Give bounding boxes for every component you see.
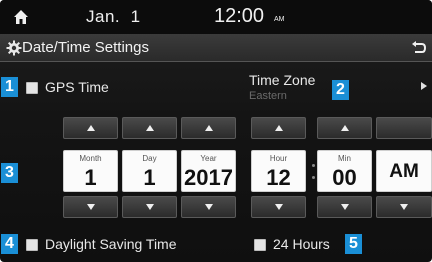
min-up-button[interactable]: [317, 117, 372, 139]
hour-value: 12: [266, 165, 291, 190]
home-icon[interactable]: [12, 8, 30, 26]
page-title: Date/Time Settings: [22, 39, 149, 56]
24-hours-label[interactable]: 24 Hours: [273, 236, 330, 252]
month-up-button[interactable]: [63, 117, 118, 139]
gear-icon: [6, 40, 22, 56]
year-up-button[interactable]: [181, 117, 236, 139]
colon-dot: [312, 164, 315, 167]
month-field[interactable]: Month 1: [63, 150, 118, 192]
day-down-button[interactable]: [122, 196, 177, 218]
day-up-button[interactable]: [122, 117, 177, 139]
daylight-saving-checkbox[interactable]: [26, 239, 38, 251]
time-zone-label[interactable]: Time Zone: [249, 72, 315, 88]
year-down-button[interactable]: [181, 196, 236, 218]
colon-dot: [312, 176, 315, 179]
arrow-down-icon: [274, 204, 283, 210]
min-label: Min: [338, 154, 351, 163]
ampm-value: AM: [389, 161, 419, 182]
arrow-up-icon: [340, 125, 349, 131]
arrow-down-icon: [145, 204, 154, 210]
gps-time-checkbox[interactable]: [26, 82, 38, 94]
status-date: Jan. 1: [86, 7, 141, 26]
month-label: Month: [79, 154, 102, 163]
day-value: 1: [143, 165, 156, 190]
min-down-button[interactable]: [317, 196, 372, 218]
month-value: 1: [84, 165, 97, 190]
arrow-up-icon: [274, 125, 283, 131]
date-time-settings-screen: Jan. 1 12:00 AM Date/Time Settings 1 GPS…: [0, 0, 432, 262]
arrow-down-icon: [204, 204, 213, 210]
callout-4: 4: [1, 234, 18, 254]
arrow-up-icon: [145, 125, 154, 131]
time-zone-arrow-icon[interactable]: [421, 82, 427, 90]
hour-up-button[interactable]: [251, 117, 306, 139]
year-field[interactable]: Year 2017: [181, 150, 236, 192]
status-time: 12:00: [214, 5, 265, 27]
arrow-down-icon: [340, 204, 349, 210]
month-down-button[interactable]: [63, 196, 118, 218]
back-icon[interactable]: [410, 41, 426, 55]
day-field[interactable]: Day 1: [122, 150, 177, 192]
day-label: Day: [142, 154, 157, 163]
status-ampm: AM: [274, 16, 285, 23]
ampm-field[interactable]: AM: [376, 150, 432, 192]
arrow-up-icon: [204, 125, 213, 131]
min-value: 00: [332, 165, 357, 190]
year-value: 2017: [184, 165, 233, 190]
arrow-up-icon: [86, 125, 95, 131]
daylight-saving-label[interactable]: Daylight Saving Time: [45, 236, 177, 252]
status-bar: Jan. 1 12:00 AM: [0, 0, 432, 34]
callout-1: 1: [1, 77, 18, 97]
arrow-down-icon: [400, 204, 408, 210]
time-zone-value[interactable]: Eastern: [249, 90, 287, 102]
year-label: Year: [200, 154, 217, 163]
hour-label: Hour: [269, 154, 288, 163]
hour-down-button[interactable]: [251, 196, 306, 218]
ampm-up-button[interactable]: [376, 117, 432, 139]
callout-2: 2: [332, 80, 349, 100]
callout-5: 5: [345, 234, 362, 254]
24-hours-checkbox[interactable]: [254, 239, 266, 251]
min-field[interactable]: Min 00: [317, 150, 372, 192]
callout-3: 3: [1, 163, 18, 183]
ampm-down-button[interactable]: [376, 196, 432, 218]
hour-field[interactable]: Hour 12: [251, 150, 306, 192]
gps-time-label[interactable]: GPS Time: [45, 79, 109, 95]
arrow-down-icon: [86, 204, 95, 210]
title-bar: Date/Time Settings: [0, 34, 432, 62]
